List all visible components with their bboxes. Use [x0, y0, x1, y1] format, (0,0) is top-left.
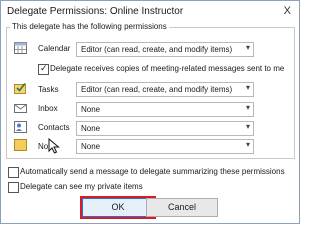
private-items-label: Delegate can see my private items — [20, 182, 143, 191]
calendar-permission-select[interactable]: Editor (can read, create, and modify ite… — [76, 42, 254, 57]
chevron-down-icon: ▾ — [245, 83, 250, 92]
inbox-permission-value: None — [81, 105, 101, 114]
chevron-down-icon: ▾ — [245, 43, 250, 52]
notes-label: No — [38, 142, 49, 151]
dialog-title: Delegate Permissions: Online Instructor — [7, 6, 184, 17]
title-bar: Delegate Permissions: Online Instructor … — [1, 1, 299, 22]
contacts-permission-select[interactable]: None ▾ — [76, 121, 254, 136]
notes-permission-value: None — [81, 142, 101, 151]
chevron-down-icon: ▾ — [245, 103, 250, 112]
notes-icon — [14, 139, 27, 151]
private-items-checkbox[interactable] — [8, 182, 19, 193]
contacts-permission-value: None — [81, 124, 101, 133]
cancel-button[interactable]: Cancel — [146, 198, 218, 217]
meeting-copies-checkbox[interactable] — [38, 63, 49, 75]
inbox-row: Inbox None ▾ — [0, 101, 300, 117]
tasks-permission-value: Editor (can read, create, and modify ite… — [81, 85, 233, 94]
contacts-label: Contacts — [38, 123, 70, 132]
permissions-group-label: This delegate has the following permissi… — [10, 22, 169, 31]
tasks-permission-select[interactable]: Editor (can read, create, and modify ite… — [76, 82, 254, 97]
mouse-pointer-icon — [48, 138, 60, 154]
tasks-icon — [14, 83, 26, 94]
calendar-row: Calendar Editor (can read, create, and m… — [0, 41, 300, 57]
calendar-icon — [14, 42, 27, 54]
inbox-label: Inbox — [38, 104, 58, 113]
contacts-icon — [14, 121, 27, 133]
contacts-row: Contacts None ▾ — [0, 120, 300, 136]
close-icon[interactable]: X — [284, 5, 291, 17]
chevron-down-icon: ▾ — [245, 140, 250, 149]
inbox-permission-select[interactable]: None ▾ — [76, 102, 254, 117]
notes-permission-select[interactable]: None ▾ — [76, 139, 254, 154]
auto-message-checkbox[interactable] — [8, 167, 19, 178]
meeting-copies-label: Delegate receives copies of meeting-rela… — [50, 64, 285, 73]
ok-button[interactable]: OK — [82, 198, 154, 217]
notes-row: No None ▾ — [0, 139, 300, 155]
calendar-permission-value: Editor (can read, create, and modify ite… — [81, 45, 233, 54]
inbox-icon — [14, 104, 27, 113]
auto-message-label: Automatically send a message to delegate… — [20, 167, 285, 176]
tasks-row: Tasks Editor (can read, create, and modi… — [0, 82, 300, 98]
chevron-down-icon: ▾ — [245, 122, 250, 131]
tasks-label: Tasks — [38, 85, 59, 94]
calendar-label: Calendar — [38, 44, 71, 53]
